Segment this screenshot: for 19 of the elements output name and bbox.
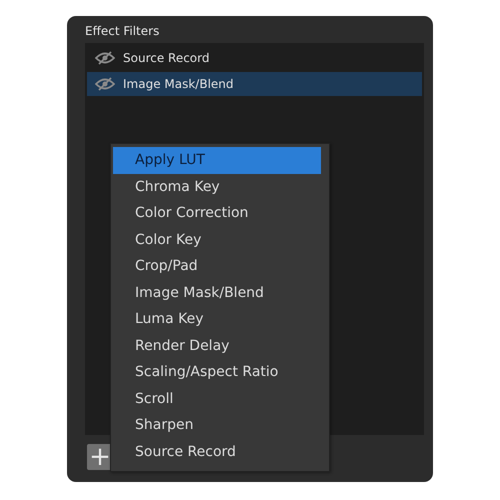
menu-item[interactable]: Render Delay [113, 332, 327, 359]
menu-item[interactable]: Color Correction [113, 200, 327, 226]
menu-item[interactable]: Sharpen [113, 412, 327, 438]
hidden-eye-icon[interactable] [95, 51, 115, 65]
menu-item[interactable]: Luma Key [113, 306, 327, 332]
menu-item[interactable]: Source Record [113, 438, 327, 465]
menu-item[interactable]: Color Key [113, 226, 327, 253]
menu-item[interactable]: Scaling/Aspect Ratio [113, 359, 327, 386]
filter-label: Image Mask/Blend [123, 77, 234, 91]
filter-label: Source Record [123, 51, 210, 65]
filter-item[interactable]: Image Mask/Blend [87, 72, 422, 96]
menu-item[interactable]: Scroll [113, 386, 327, 412]
hidden-eye-icon[interactable] [95, 77, 115, 91]
menu-item[interactable]: Image Mask/Blend [113, 280, 327, 306]
menu-item[interactable]: Chroma Key [113, 174, 327, 200]
filter-item[interactable]: Source Record [87, 46, 422, 70]
menu-item[interactable]: Crop/Pad [113, 253, 327, 280]
panel-title: Effect Filters [85, 23, 160, 40]
menu-item[interactable]: Apply LUT [113, 147, 321, 174]
